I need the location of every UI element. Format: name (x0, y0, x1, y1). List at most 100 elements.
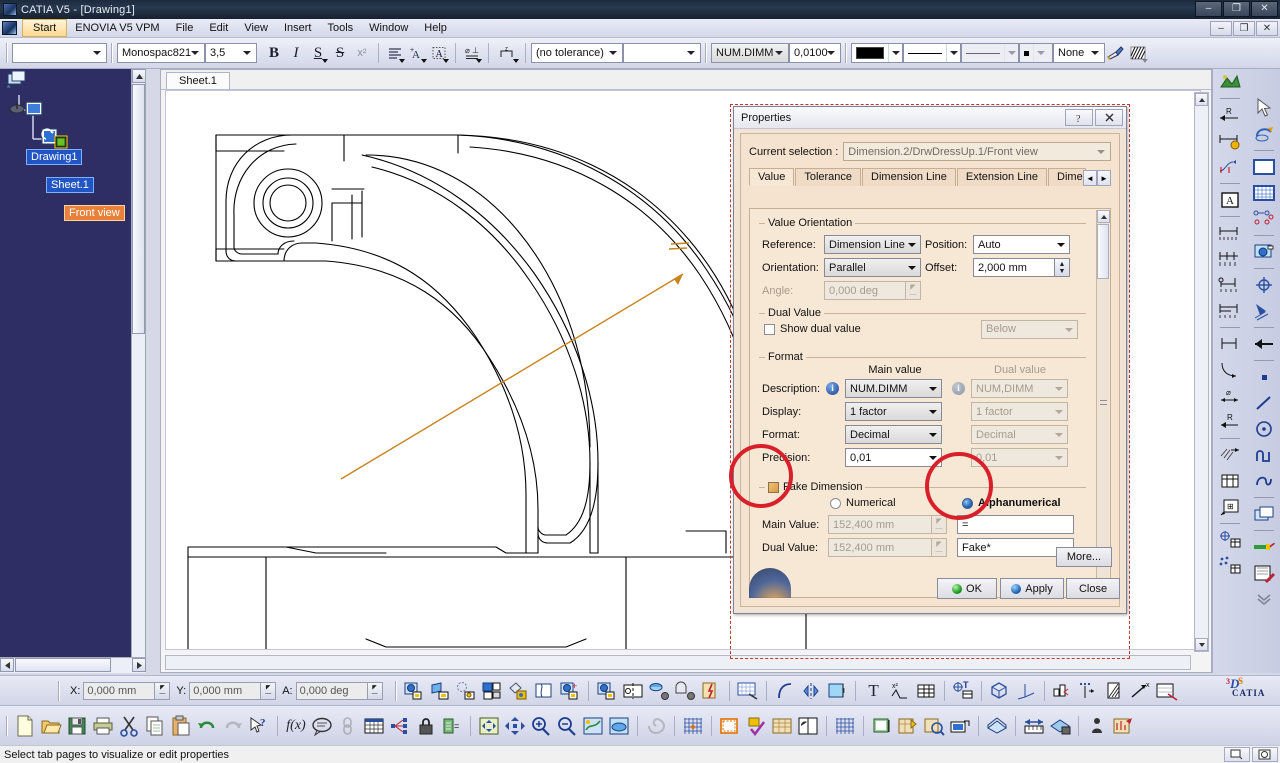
minimize-button[interactable]: – (1195, 1, 1222, 17)
hatch-region-icon[interactable] (1102, 678, 1128, 704)
style-combo[interactable] (12, 43, 107, 63)
superscript-button[interactable]: x² (351, 42, 373, 64)
bottombar-gripper[interactable] (6, 715, 8, 736)
normal-view-icon[interactable] (580, 713, 606, 739)
new-sheet-icon[interactable] (869, 713, 895, 739)
points-table-icon[interactable] (1215, 553, 1245, 579)
design-table-icon[interactable] (361, 713, 387, 739)
position-combo[interactable]: Auto (973, 235, 1070, 254)
apply-check-icon[interactable] (743, 713, 769, 739)
menu-item-edit[interactable]: Edit (201, 19, 236, 37)
status-window-icon[interactable] (1224, 747, 1250, 762)
lineweight-combo[interactable] (961, 43, 1019, 63)
datum-target-table-icon[interactable] (1215, 527, 1245, 553)
menu-item-tools[interactable]: Tools (319, 19, 361, 37)
grid-view-icon[interactable] (1249, 180, 1279, 206)
frame-view-icon[interactable] (735, 678, 761, 704)
symmetry-tool-icon[interactable] (798, 678, 824, 704)
snapshot-icon[interactable] (1249, 560, 1279, 586)
current-selection-combo[interactable]: Dimension.2/DrwDressUp.1/Front view (843, 142, 1111, 161)
scroll-up-button[interactable] (132, 69, 145, 83)
sheet-setup-icon[interactable] (895, 713, 921, 739)
display-main-combo[interactable]: 1 factor (845, 402, 942, 421)
highlight-marker-icon[interactable] (1249, 534, 1279, 560)
chevron-down-icon[interactable] (188, 44, 202, 62)
spline-tool-icon[interactable] (1249, 468, 1279, 494)
dimension-precision-combo[interactable]: 0,0100 (789, 43, 841, 63)
tab-scroll-prev-button[interactable]: ◄ (1083, 170, 1097, 186)
menu-item-help[interactable]: Help (416, 19, 455, 37)
measure-inertia-icon[interactable] (1084, 713, 1110, 739)
relations-tree-icon[interactable] (387, 713, 413, 739)
radius-dimension-2-icon[interactable]: R (1215, 409, 1245, 435)
toolbar-gripper-3[interactable] (705, 43, 707, 63)
tree-item-drawing[interactable]: Drawing1 (26, 149, 83, 165)
new-file-icon[interactable] (12, 713, 38, 739)
mirror-view-icon[interactable] (620, 678, 646, 704)
update-view-icon[interactable] (698, 678, 724, 704)
orientation-combo[interactable]: Parallel (824, 258, 921, 277)
unfold-view-icon[interactable] (427, 678, 453, 704)
tree-vertical-scrollbar[interactable] (131, 69, 145, 673)
text-tool-icon[interactable]: T (861, 678, 887, 704)
paste-icon[interactable] (168, 713, 194, 739)
scroll-left-button[interactable] (0, 658, 14, 672)
redo-icon[interactable] (220, 713, 246, 739)
reference-combo[interactable]: Dimension Line (824, 235, 921, 254)
tab-extension-line[interactable]: Extension Line (956, 168, 1048, 186)
axis-target-icon[interactable] (1249, 272, 1279, 298)
view-toggle-icon[interactable] (795, 713, 821, 739)
x-coordinate-stepper[interactable]: ◤ — (155, 681, 171, 700)
whats-this-icon[interactable]: ? (246, 713, 272, 739)
menu-item-file[interactable]: File (168, 19, 202, 37)
expand-more-icon[interactable] (1249, 586, 1279, 612)
numerical-radio[interactable] (830, 497, 841, 509)
arrow-annotation-icon[interactable]: x (1128, 678, 1154, 704)
underline-button[interactable]: S (307, 42, 329, 64)
detail-view-icon[interactable] (453, 678, 479, 704)
bill-of-material-icon[interactable] (1050, 678, 1076, 704)
point-tool-icon[interactable] (1249, 364, 1279, 390)
description-main-combo[interactable]: NUM.DIMM (845, 379, 942, 398)
balloon-table-icon[interactable]: ⊞ (1215, 494, 1245, 520)
show-dual-value-checkbox[interactable] (764, 323, 775, 335)
grid-toggle-icon[interactable] (680, 713, 706, 739)
text-align-icon[interactable] (384, 42, 406, 64)
close-button[interactable]: Close (1066, 578, 1120, 599)
fit-all-icon[interactable] (476, 713, 502, 739)
tree-scroll-thumb[interactable] (132, 84, 145, 334)
measure-item-icon[interactable] (1047, 713, 1073, 739)
mdi-minimize-button[interactable]: – (1210, 21, 1232, 36)
datum-feature-icon[interactable]: z (494, 42, 520, 64)
info-icon[interactable]: i (826, 382, 839, 395)
y-coordinate-stepper[interactable]: ◤ — (261, 681, 277, 700)
clipping-view-icon[interactable] (505, 678, 531, 704)
rotate-view-icon[interactable] (1249, 121, 1279, 147)
menu-item-enovia[interactable]: ENOVIA V5 VPM (67, 19, 167, 37)
3d-isometric-icon[interactable] (987, 678, 1013, 704)
page-scroll-thumb[interactable] (1097, 224, 1109, 279)
angle-dimension-icon[interactable] (1215, 357, 1245, 383)
fill-tool-icon[interactable]: I (824, 678, 850, 704)
catalog-icon[interactable] (984, 713, 1010, 739)
text-annotation-icon[interactable]: A (1215, 187, 1245, 213)
mdi-restore-button[interactable]: ❐ (1233, 21, 1255, 36)
datum-target-icon[interactable]: T (950, 678, 976, 704)
zoom-in-icon[interactable] (528, 713, 554, 739)
x-coordinate-field[interactable]: 0,000 mm (83, 681, 156, 700)
coordbar-gripper[interactable] (58, 680, 60, 701)
dimension-between-icon[interactable] (1215, 331, 1245, 357)
bold-button[interactable]: B (263, 42, 285, 64)
tab-sheet1[interactable]: Sheet.1 (166, 72, 230, 89)
sheet-background-icon[interactable] (717, 713, 743, 739)
color-picker-combo[interactable] (851, 43, 903, 63)
layout-preview-icon[interactable] (1154, 678, 1180, 704)
chevron-down-icon[interactable] (90, 44, 104, 62)
canvas-scroll-down-button[interactable] (1195, 638, 1208, 651)
select-tool-icon[interactable] (1249, 95, 1279, 121)
open-file-icon[interactable] (38, 713, 64, 739)
strikethrough-button[interactable]: S (329, 42, 351, 64)
axis-system-icon[interactable] (1013, 678, 1039, 704)
fake-dimension-checkbox[interactable] (768, 481, 779, 493)
menu-item-view[interactable]: View (236, 19, 276, 37)
